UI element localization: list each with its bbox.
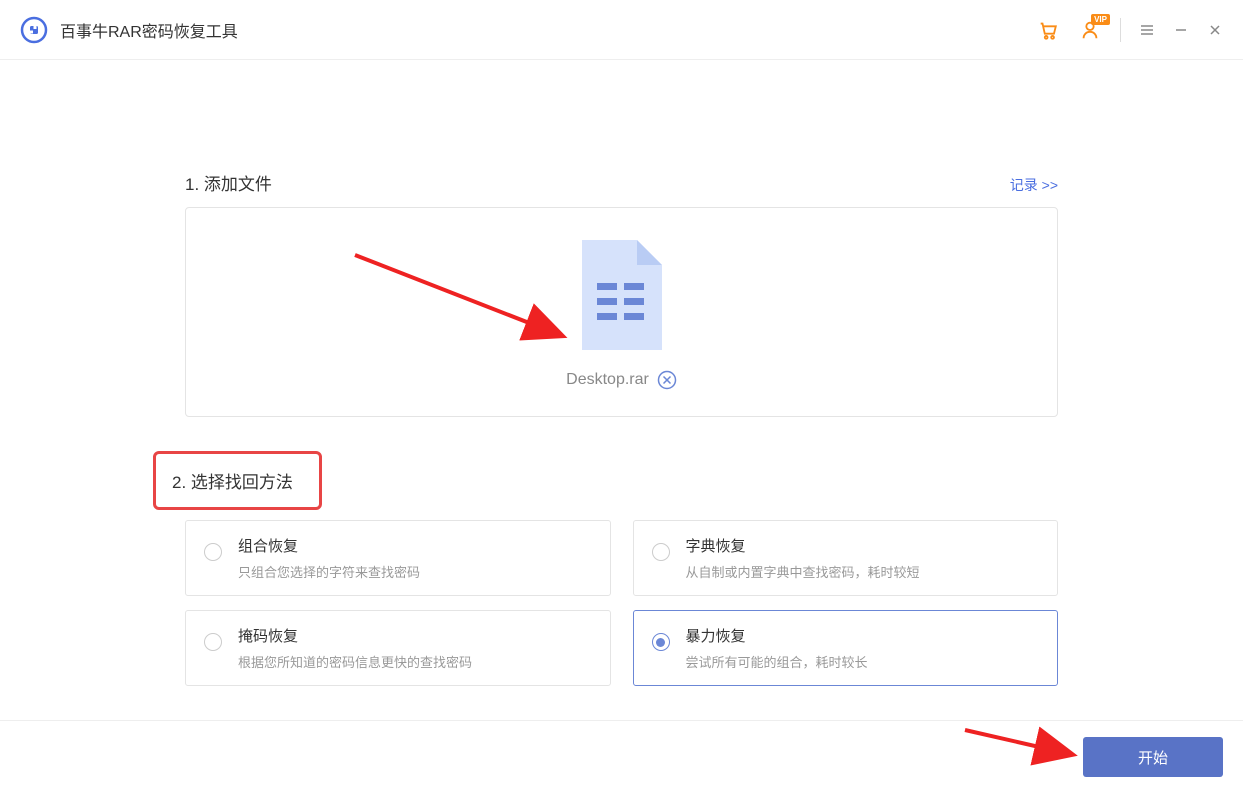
file-drop-zone[interactable]: Desktop.rar: [185, 207, 1058, 417]
method-desc: 根据您所知道的密码信息更快的查找密码: [238, 652, 472, 671]
app-logo-icon: [20, 16, 48, 44]
vip-badge: VIP: [1091, 14, 1110, 25]
file-name-row: Desktop.rar: [566, 370, 677, 390]
close-icon[interactable]: [1207, 22, 1223, 38]
method-desc: 尝试所有可能的组合，耗时较长: [686, 652, 868, 671]
radio-unchecked-icon: [204, 543, 222, 561]
cart-icon[interactable]: [1036, 18, 1060, 42]
titlebar: 百事牛RAR密码恢复工具 VIP: [0, 0, 1243, 60]
footer-bar: 开始: [0, 720, 1243, 793]
radio-checked-icon: [652, 633, 670, 651]
section1-header: 1. 添加文件 记录 >>: [185, 170, 1058, 195]
method-dictionary[interactable]: 字典恢复 从自制或内置字典中查找密码，耗时较短: [633, 520, 1059, 596]
menu-icon[interactable]: [1139, 22, 1155, 38]
titlebar-controls: VIP: [1036, 18, 1223, 42]
user-icon[interactable]: VIP: [1078, 18, 1102, 42]
divider: [1120, 18, 1121, 42]
methods-grid: 组合恢复 只组合您选择的字符来查找密码 字典恢复 从自制或内置字典中查找密码，耗…: [185, 520, 1058, 686]
records-link[interactable]: 记录 >>: [1010, 175, 1058, 195]
section2-highlight-box: 2. 选择找回方法: [153, 451, 322, 510]
main-content: 1. 添加文件 记录 >> Desktop.rar: [0, 170, 1243, 686]
method-title: 字典恢复: [686, 535, 920, 556]
section2-title: 2. 选择找回方法: [172, 468, 293, 493]
radio-unchecked-icon: [652, 543, 670, 561]
method-desc: 从自制或内置字典中查找密码，耗时较短: [686, 562, 920, 581]
method-combination[interactable]: 组合恢复 只组合您选择的字符来查找密码: [185, 520, 611, 596]
file-icon: [572, 235, 672, 360]
remove-file-icon[interactable]: [657, 370, 677, 390]
method-title: 暴力恢复: [686, 625, 868, 646]
file-name-label: Desktop.rar: [566, 371, 649, 389]
section1-title: 1. 添加文件: [185, 170, 272, 195]
start-button[interactable]: 开始: [1083, 737, 1223, 777]
radio-unchecked-icon: [204, 633, 222, 651]
app-title: 百事牛RAR密码恢复工具: [60, 18, 238, 42]
method-title: 组合恢复: [238, 535, 420, 556]
method-bruteforce[interactable]: 暴力恢复 尝试所有可能的组合，耗时较长: [633, 610, 1059, 686]
method-mask[interactable]: 掩码恢复 根据您所知道的密码信息更快的查找密码: [185, 610, 611, 686]
method-desc: 只组合您选择的字符来查找密码: [238, 562, 420, 581]
minimize-icon[interactable]: [1173, 22, 1189, 38]
method-title: 掩码恢复: [238, 625, 472, 646]
